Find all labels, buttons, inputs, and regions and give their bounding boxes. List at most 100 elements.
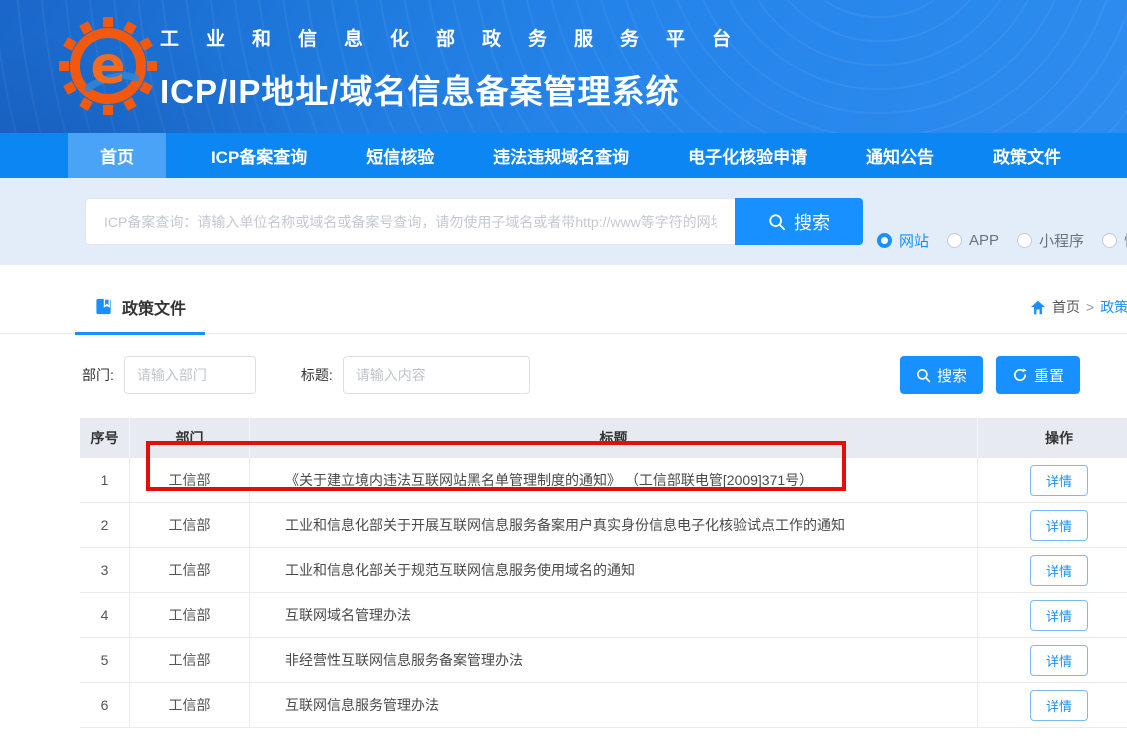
search-type-radio[interactable]: 网站 <box>877 230 938 251</box>
row-dept: 工信部 <box>130 593 250 637</box>
row-number: 1 <box>80 458 130 502</box>
detail-button-label: 详情 <box>1046 609 1072 624</box>
row-number: 6 <box>80 683 130 727</box>
row-dept: 工信部 <box>130 458 250 502</box>
nav-item[interactable]: 违法违规域名查询 <box>479 133 643 178</box>
table-row: 6 工信部 互联网信息服务管理办法 详情 <box>80 683 1127 728</box>
detail-button[interactable]: 详情 <box>1030 690 1088 721</box>
row-dept: 工信部 <box>130 683 250 727</box>
radio-circle-icon <box>1017 233 1032 248</box>
radio-circle-icon <box>1102 233 1117 248</box>
policy-table: 序号 部门 标题 操作 1 工信部 《关于建立境内违法互联网站黑名单管理制度的通… <box>80 418 1127 728</box>
icp-search-band: 搜索 网站 APP 小程序 快应用 <box>0 178 1127 265</box>
filter-row: 部门: 标题: 搜索 重置 <box>82 356 1127 394</box>
filter-search-button[interactable]: 搜索 <box>900 356 983 394</box>
search-type-radio[interactable]: 小程序 <box>1017 230 1093 251</box>
row-title: 互联网信息服务管理办法 <box>250 683 978 727</box>
row-title: 工业和信息化部关于规范互联网信息服务使用域名的通知 <box>250 548 978 592</box>
nav-item-label: 短信核验 <box>366 143 434 168</box>
nav-item[interactable]: 首页 <box>68 133 166 178</box>
row-number: 2 <box>80 503 130 547</box>
page-header: e 工业和信息化部政务服务平台 ICP/IP地址/域名信息备案管理系统 <box>0 0 1127 133</box>
table-row: 3 工信部 工业和信息化部关于规范互联网信息服务使用域名的通知 详情 <box>80 548 1127 593</box>
radio-label: 小程序 <box>1039 230 1084 251</box>
filter-reset-button-label: 重置 <box>1034 365 1064 386</box>
magnifier-icon <box>768 213 786 231</box>
detail-button-label: 详情 <box>1046 699 1072 714</box>
refresh-icon <box>1012 367 1028 383</box>
row-title: 互联网域名管理办法 <box>250 593 978 637</box>
icp-search-button-label: 搜索 <box>794 209 830 235</box>
detail-button[interactable]: 详情 <box>1030 510 1088 541</box>
filter-search-button-label: 搜索 <box>937 365 967 386</box>
table-body: 1 工信部 《关于建立境内违法互联网站黑名单管理制度的通知》 （工信部联电管[2… <box>80 458 1127 728</box>
table-row: 5 工信部 非经营性互联网信息服务备案管理办法 详情 <box>80 638 1127 683</box>
row-number: 5 <box>80 638 130 682</box>
filter-reset-button[interactable]: 重置 <box>996 356 1080 394</box>
book-icon <box>94 297 113 316</box>
nav-item[interactable]: 通知公告 <box>852 133 948 178</box>
section-head: 政策文件 首页 > 政策文件 <box>0 280 1127 334</box>
search-type-group: 网站 APP 小程序 快应用 <box>877 230 1127 251</box>
nav-item[interactable]: 政策文件 <box>979 133 1075 178</box>
breadcrumb-home-link[interactable]: 首页 <box>1052 297 1080 317</box>
search-icon <box>916 368 931 383</box>
title-filter-label: 标题: <box>301 365 333 385</box>
table-header-op: 操作 <box>978 428 1127 448</box>
row-title: 工业和信息化部关于开展互联网信息服务备案用户真实身份信息电子化核验试点工作的通知 <box>250 503 978 547</box>
row-dept: 工信部 <box>130 638 250 682</box>
icp-search-button[interactable]: 搜索 <box>735 198 863 245</box>
table-header-dept: 部门 <box>130 418 250 458</box>
radio-label: 网站 <box>899 230 929 251</box>
row-title: 非经营性互联网信息服务备案管理办法 <box>250 638 978 682</box>
nav-item-label: 电子化核验申请 <box>688 143 807 168</box>
detail-button[interactable]: 详情 <box>1030 645 1088 676</box>
nav-item-label: 政策文件 <box>993 143 1061 168</box>
row-dept: 工信部 <box>130 548 250 592</box>
detail-button[interactable]: 详情 <box>1030 465 1088 496</box>
nav-item[interactable]: 电子化核验申请 <box>674 133 821 178</box>
detail-button[interactable]: 详情 <box>1030 555 1088 586</box>
table-header-title: 标题 <box>250 418 978 458</box>
home-icon <box>1030 300 1046 315</box>
detail-button-label: 详情 <box>1046 519 1072 534</box>
nav-item-label: 首页 <box>100 143 134 168</box>
detail-button-label: 详情 <box>1046 474 1072 489</box>
main-nav: 首页 ICP备案查询 短信核验 违法违规域名查询 电子化核验申请 通知公告 政策… <box>0 133 1127 178</box>
platform-title: 工业和信息化部政务服务平台 <box>160 24 758 51</box>
tab-policy-files[interactable]: 政策文件 <box>75 281 205 335</box>
row-number: 3 <box>80 548 130 592</box>
detail-button-label: 详情 <box>1046 564 1072 579</box>
search-type-radio[interactable]: 快应用 <box>1102 230 1127 251</box>
table-row: 4 工信部 互联网域名管理办法 详情 <box>80 593 1127 638</box>
radio-circle-icon <box>947 233 962 248</box>
nav-item-label: 通知公告 <box>866 143 934 168</box>
dept-filter-input[interactable] <box>124 356 256 394</box>
svg-text:e: e <box>90 36 125 96</box>
table-row: 2 工信部 工业和信息化部关于开展互联网信息服务备案用户真实身份信息电子化核验试… <box>80 503 1127 548</box>
search-type-radio[interactable]: APP <box>947 232 1008 249</box>
dept-filter-label: 部门: <box>82 365 114 385</box>
miit-logo-icon: e <box>58 16 158 116</box>
nav-item-label: ICP备案查询 <box>211 143 307 168</box>
radio-label: APP <box>969 232 999 249</box>
row-number: 4 <box>80 593 130 637</box>
radio-circle-icon <box>877 233 892 248</box>
breadcrumb-current: 政策文件 <box>1100 297 1127 317</box>
nav-item[interactable]: ICP备案查询 <box>197 133 321 178</box>
nav-menu: 首页 ICP备案查询 短信核验 违法违规域名查询 电子化核验申请 通知公告 政策… <box>68 133 1075 178</box>
breadcrumb: 首页 > 政策文件 <box>1030 297 1127 317</box>
detail-button-label: 详情 <box>1046 654 1072 669</box>
row-title: 《关于建立境内违法互联网站黑名单管理制度的通知》 （工信部联电管[2009]37… <box>250 458 978 502</box>
title-filter-input[interactable] <box>343 356 530 394</box>
detail-button[interactable]: 详情 <box>1030 600 1088 631</box>
section-title: 政策文件 <box>122 295 186 319</box>
breadcrumb-separator: > <box>1086 299 1094 315</box>
system-title: ICP/IP地址/域名信息备案管理系统 <box>160 65 758 113</box>
table-header-row: 序号 部门 标题 操作 <box>80 418 1127 458</box>
nav-item-label: 违法违规域名查询 <box>493 143 629 168</box>
table-row: 1 工信部 《关于建立境内违法互联网站黑名单管理制度的通知》 （工信部联电管[2… <box>80 458 1127 503</box>
row-dept: 工信部 <box>130 503 250 547</box>
icp-search-input[interactable] <box>85 198 735 245</box>
nav-item[interactable]: 短信核验 <box>352 133 448 178</box>
